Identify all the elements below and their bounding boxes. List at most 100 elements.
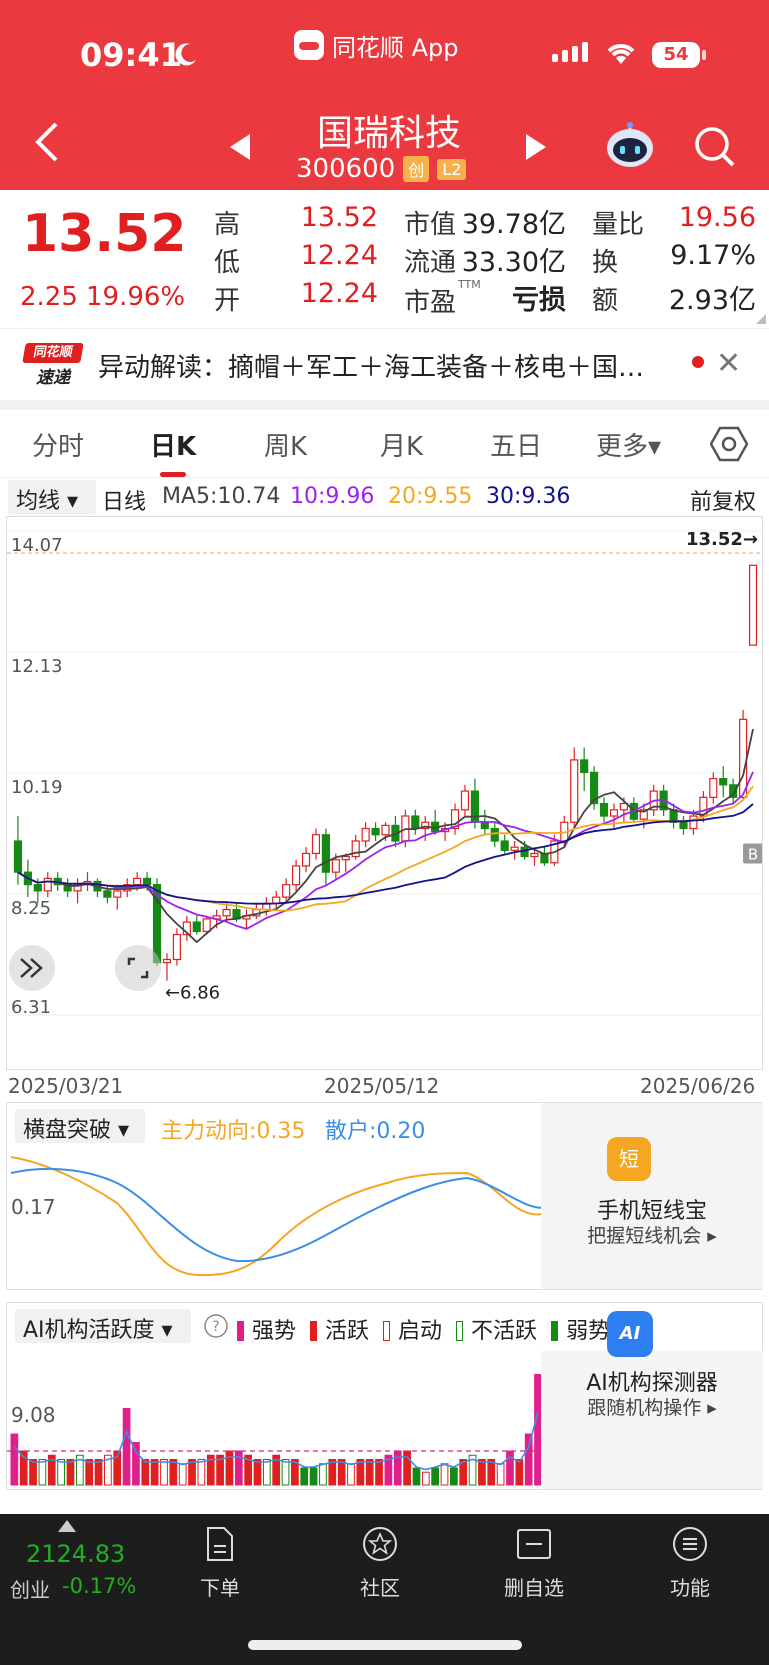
adjust-mode-label[interactable]: 前复权 (690, 484, 756, 516)
unread-dot (692, 356, 704, 368)
activity-bar (365, 1459, 374, 1486)
tab-daily-k[interactable]: 日K (150, 426, 196, 463)
candle (599, 802, 609, 817)
moon-icon (175, 43, 196, 66)
kline-chart[interactable]: 14.07 12.13 10.19 8.25 6.31 13.52→ ←6.86 B (6, 516, 764, 1070)
low-value: 12.24 (300, 240, 378, 271)
ai-detector-sub: 跟随机构操作 ▸ (587, 1397, 717, 1419)
community-star-icon (363, 1527, 397, 1561)
short-line-treasure-card[interactable]: 短 手机短线宝 把握短线机会 ▸ (541, 1103, 763, 1289)
indicator-ai-institution: AI机构活跃度 ▾ ? 强势 活跃 启动 不活跃 弱势 9.08 AI AI机构… (6, 1302, 763, 1490)
tab-five-day[interactable]: 五日 (490, 426, 542, 463)
functions-button[interactable]: 功能 (640, 1524, 740, 1601)
activity-bar (197, 1459, 206, 1486)
fullscreen-icon (127, 957, 149, 979)
candle (500, 840, 509, 851)
svg-text:?: ? (212, 1319, 219, 1335)
ma30-label: 30:9.36 (486, 484, 571, 509)
buy-marker-label: B (748, 845, 758, 863)
activity-bar (403, 1450, 411, 1486)
indicator2-select[interactable]: AI机构活跃度 ▾ (15, 1309, 191, 1343)
activity-bar (478, 1459, 486, 1486)
candle (272, 896, 281, 904)
period-tabs: 分时 日K 周K 月K 五日 更多▾ (0, 410, 769, 478)
ma20-line (17, 785, 754, 912)
activity-bar (421, 1471, 430, 1486)
expand-corner-icon[interactable] (756, 314, 766, 324)
tab-more[interactable]: 更多▾ (596, 426, 661, 463)
candle (33, 884, 42, 892)
order-doc-icon (207, 1527, 233, 1561)
menu-icon (673, 1527, 707, 1561)
tab-weekly-k[interactable]: 周K (264, 426, 307, 463)
amount-value: 2.93亿 (668, 285, 756, 316)
ma-type-select[interactable]: 均线 ▾ (8, 480, 96, 514)
legend-strong: 强势 (237, 1313, 296, 1345)
candle (143, 877, 152, 886)
y-tick-label: 10.19 (11, 777, 63, 798)
tab-monthly-k[interactable]: 月K (380, 426, 423, 463)
candle (292, 865, 301, 886)
candle (13, 840, 23, 873)
ma-legend-row: 均线 ▾ 日线 MA5:10.74 10:9.96 20:9.55 30:9.3… (0, 478, 769, 516)
candle (748, 564, 758, 646)
news-ticker[interactable]: 同花顺 速递 异动解读：摘帽＋军工＋海工装备＋核电＋国… (0, 328, 769, 400)
short-line-sub: 把握短线机会 ▸ (587, 1225, 717, 1247)
activity-bar (496, 1463, 505, 1486)
remove-watchlist-button[interactable]: 删自选 (484, 1524, 584, 1601)
candle (321, 834, 330, 873)
candle (570, 759, 579, 823)
tab-intraday[interactable]: 分时 (32, 426, 84, 463)
candle (411, 815, 420, 830)
ma10-label: 10:9.96 (290, 484, 375, 509)
candle (113, 890, 122, 898)
app-root: 09:41 同花顺 App 54 国瑞科技 300600 创 L2 13.52 … (0, 0, 769, 1665)
candle (679, 821, 688, 830)
status-time: 09:41 (80, 36, 182, 74)
activity-bar (524, 1433, 533, 1486)
activity-bar (431, 1467, 440, 1486)
candle (162, 958, 172, 964)
app-badge[interactable]: 同花顺 App (294, 28, 459, 62)
ths-logo-icon (294, 30, 324, 60)
stock-name: 国瑞科技 (316, 113, 461, 154)
activity-bar (141, 1459, 150, 1486)
order-button[interactable]: 下单 (170, 1524, 270, 1601)
home-indicator (248, 1640, 522, 1650)
candle (381, 824, 390, 836)
quote-panel: 13.52 2.25 19.96% 高 13.52 低 12.24 开 12.2… (0, 190, 769, 328)
fullscreen-button[interactable] (115, 945, 161, 991)
pe-value: 亏损 (512, 285, 566, 316)
ai-detector-card[interactable]: AI AI机构探测器 跟随机构操作 ▸ (541, 1311, 763, 1489)
candle (520, 846, 529, 858)
activity-bar (178, 1463, 187, 1486)
back-icon[interactable] (30, 120, 64, 164)
indicator1-select[interactable]: 横盘突破 ▾ (15, 1109, 145, 1143)
current-price: 13.52 (22, 204, 187, 264)
candle (580, 759, 589, 773)
prev-stock-icon[interactable] (226, 132, 254, 162)
fast-forward-button[interactable] (9, 945, 55, 991)
main-force-label: 主力动向:0.35 (161, 1119, 306, 1144)
candle (202, 918, 211, 933)
activity-bar (85, 1459, 94, 1486)
help-icon[interactable]: ? (203, 1313, 229, 1339)
robot-assistant-icon[interactable] (604, 122, 656, 170)
activity-bar (412, 1467, 421, 1486)
next-stock-icon[interactable] (522, 132, 550, 162)
stock-code: 300600 (296, 154, 396, 184)
wifi-icon (607, 44, 635, 64)
search-icon[interactable] (692, 124, 736, 168)
activity-bar (122, 1408, 131, 1486)
community-button[interactable]: 社区 (330, 1524, 430, 1601)
signal-icon (552, 42, 588, 62)
close-icon[interactable]: ✕ (716, 346, 741, 381)
settings-icon[interactable] (710, 426, 748, 462)
activity-bar (281, 1459, 290, 1486)
activity-bar (66, 1459, 75, 1486)
ma10-line (17, 771, 754, 930)
triangle-up-icon (58, 1520, 76, 1532)
y-tick-label: 6.31 (11, 997, 51, 1018)
index-value[interactable]: 2124.83 (26, 1540, 125, 1568)
activity-bar (57, 1459, 65, 1486)
